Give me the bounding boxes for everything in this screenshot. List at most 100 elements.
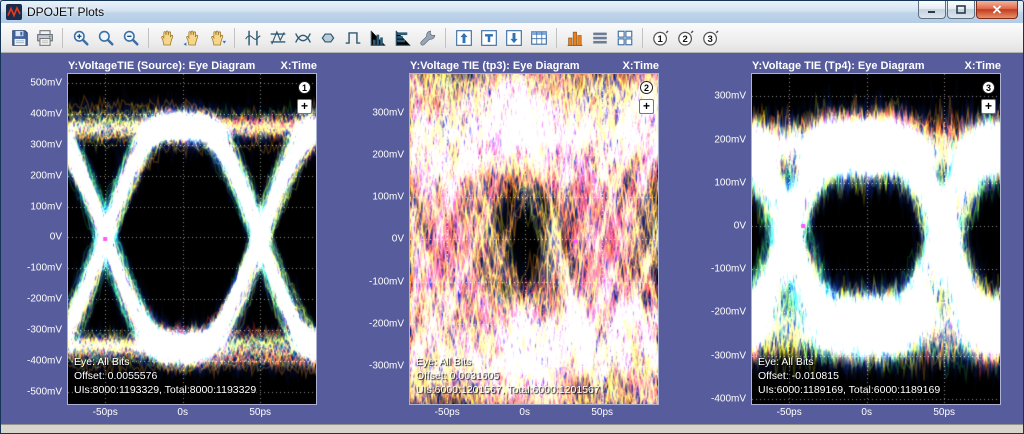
maximize-button[interactable] bbox=[947, 1, 975, 19]
plot-dock-button[interactable] bbox=[476, 25, 501, 50]
eye-mask-button[interactable] bbox=[290, 25, 315, 50]
minimize-button[interactable] bbox=[918, 1, 946, 19]
y-tick-label: -100mV bbox=[711, 264, 746, 275]
annotation-offset: Offset: -0.010815 bbox=[758, 369, 940, 383]
plot-y-axis-title: Y:Voltage TIE (tp3): Eye Diagram bbox=[410, 60, 580, 72]
y-tick-label: -200mV bbox=[369, 318, 404, 329]
grid-layout-icon bbox=[616, 29, 634, 47]
svg-text:2: 2 bbox=[682, 33, 687, 44]
expand-plot-button[interactable]: + bbox=[981, 99, 996, 114]
y-axis-labels: 500mV400mV300mV200mV100mV0V-100mV-200mV-… bbox=[27, 73, 67, 405]
plot-grid-icon bbox=[530, 29, 548, 47]
annotation-offset: Offset: 0.0055576 bbox=[74, 369, 256, 383]
plot-number-badge[interactable]: 3 bbox=[982, 81, 995, 94]
y-tick-label: 300mV bbox=[30, 139, 62, 150]
eye-diagram-plot-2[interactable]: 2 + Eye: All Bits Offset: 0.0031605 UIs:… bbox=[409, 73, 659, 405]
x-tick-label: 50ps bbox=[591, 407, 613, 418]
plot-number-badge[interactable]: 1 bbox=[298, 81, 311, 94]
grid-layout-button[interactable] bbox=[612, 25, 637, 50]
plot-x-axis-title: X:Time bbox=[965, 60, 1001, 72]
y-tick-label: 100mV bbox=[714, 177, 746, 188]
configure-icon bbox=[419, 29, 437, 47]
y-tick-label: -300mV bbox=[27, 324, 62, 335]
plot-position-top-button[interactable] bbox=[451, 25, 476, 50]
mask-test-button[interactable] bbox=[315, 25, 340, 50]
print-button[interactable] bbox=[32, 25, 57, 50]
histogram-icon bbox=[566, 29, 584, 47]
y-tick-label: -500mV bbox=[27, 386, 62, 397]
toolbar-separator bbox=[148, 28, 149, 48]
select-plot-2-button[interactable]: 2 bbox=[673, 25, 698, 50]
y-tick-label: 0V bbox=[734, 221, 746, 232]
toolbar-separator bbox=[234, 28, 235, 48]
plot-y-axis-title: Y:VoltageTIE (Source): Eye Diagram bbox=[68, 60, 255, 72]
toolbar-separator bbox=[642, 28, 643, 48]
y-tick-label: 300mV bbox=[372, 107, 404, 118]
annotation-uis: UIs:8000:1193329, Total:8000:1193329 bbox=[74, 383, 256, 397]
select-plot-1-icon: 1 bbox=[652, 29, 670, 47]
eye-diagram-plot-1[interactable]: 1 + Eye: All Bits Offset: 0.0055576 UIs:… bbox=[67, 73, 317, 405]
x-tick-label: 50ps bbox=[933, 407, 955, 418]
cursor-vertical-button[interactable] bbox=[240, 25, 265, 50]
plot-dock-icon bbox=[480, 29, 498, 47]
x-axis-labels: -50ps0s50ps bbox=[751, 405, 1001, 421]
configure-button[interactable] bbox=[415, 25, 440, 50]
y-tick-label: 0V bbox=[392, 234, 404, 245]
zoom-in-button[interactable] bbox=[68, 25, 93, 50]
eye-diagram-plot-3[interactable]: 3 + Eye: All Bits Offset: -0.010815 UIs:… bbox=[751, 73, 1001, 405]
y-tick-label: -300mV bbox=[369, 361, 404, 372]
window-title: DPOJET Plots bbox=[27, 5, 918, 19]
plot-annotations: Eye: All Bits Offset: 0.0031605 UIs:6000… bbox=[416, 355, 600, 397]
y-tick-label: -400mV bbox=[711, 393, 746, 404]
pan-vertical-icon bbox=[208, 29, 226, 47]
plot-x-axis-title: X:Time bbox=[623, 60, 659, 72]
row-list-button[interactable] bbox=[587, 25, 612, 50]
print-icon bbox=[36, 29, 54, 47]
window-controls bbox=[918, 1, 1018, 19]
plot-position-bottom-button[interactable] bbox=[501, 25, 526, 50]
toolbar-separator bbox=[445, 28, 446, 48]
plot-position-bottom-icon bbox=[505, 29, 523, 47]
toolbar-separator bbox=[62, 28, 63, 48]
row-list-icon bbox=[591, 29, 609, 47]
toolbar: 1 23 bbox=[1, 23, 1023, 53]
annotation-eye-type: Eye: All Bits bbox=[758, 355, 940, 369]
histogram-vertical-button[interactable] bbox=[365, 25, 390, 50]
save-button[interactable] bbox=[7, 25, 32, 50]
plot-y-axis-title: Y:Voltage TIE (Tp4): Eye Diagram bbox=[752, 60, 925, 72]
plot-grid-button[interactable] bbox=[526, 25, 551, 50]
titlebar[interactable]: DPOJET Plots bbox=[1, 1, 1023, 23]
select-plot-1-button[interactable]: 1 bbox=[648, 25, 673, 50]
pan-button[interactable] bbox=[154, 25, 179, 50]
plot-group-3: Y:Voltage TIE (Tp4): Eye Diagram X:Time … bbox=[711, 58, 1001, 424]
plot-position-top-icon bbox=[455, 29, 473, 47]
close-button[interactable] bbox=[976, 1, 1018, 19]
pan-vertical-button[interactable] bbox=[204, 25, 229, 50]
toolbar-separator bbox=[556, 28, 557, 48]
histogram-horizontal-button[interactable] bbox=[390, 25, 415, 50]
plot-number-badge[interactable]: 2 bbox=[640, 81, 653, 94]
y-tick-label: 100mV bbox=[372, 192, 404, 203]
pulse-button[interactable] bbox=[340, 25, 365, 50]
histogram-button[interactable] bbox=[562, 25, 587, 50]
pan-horizontal-button[interactable] bbox=[179, 25, 204, 50]
expand-plot-button[interactable]: + bbox=[639, 99, 654, 114]
annotation-offset: Offset: 0.0031605 bbox=[416, 369, 600, 383]
y-tick-label: -400mV bbox=[27, 355, 62, 366]
plot-header: Y:Voltage TIE (tp3): Eye Diagram X:Time bbox=[369, 58, 659, 73]
x-axis-labels: -50ps0s50ps bbox=[67, 405, 317, 421]
zoom-out-button[interactable] bbox=[118, 25, 143, 50]
x-tick-label: 0s bbox=[519, 407, 530, 418]
annotation-uis: UIs:6000:1189169, Total:6000:1189169 bbox=[758, 383, 940, 397]
zoom-100-button[interactable] bbox=[93, 25, 118, 50]
cursor-horizontal-button[interactable] bbox=[265, 25, 290, 50]
select-plot-3-button[interactable]: 3 bbox=[698, 25, 723, 50]
pan-icon bbox=[158, 29, 176, 47]
x-axis-labels: -50ps0s50ps bbox=[409, 405, 659, 421]
expand-plot-button[interactable]: + bbox=[297, 99, 312, 114]
y-tick-label: 500mV bbox=[30, 78, 62, 89]
cursor-horizontal-icon bbox=[269, 29, 287, 47]
app-icon bbox=[6, 4, 22, 20]
zoom-in-icon bbox=[72, 29, 90, 47]
histogram-vertical-icon bbox=[369, 29, 387, 47]
